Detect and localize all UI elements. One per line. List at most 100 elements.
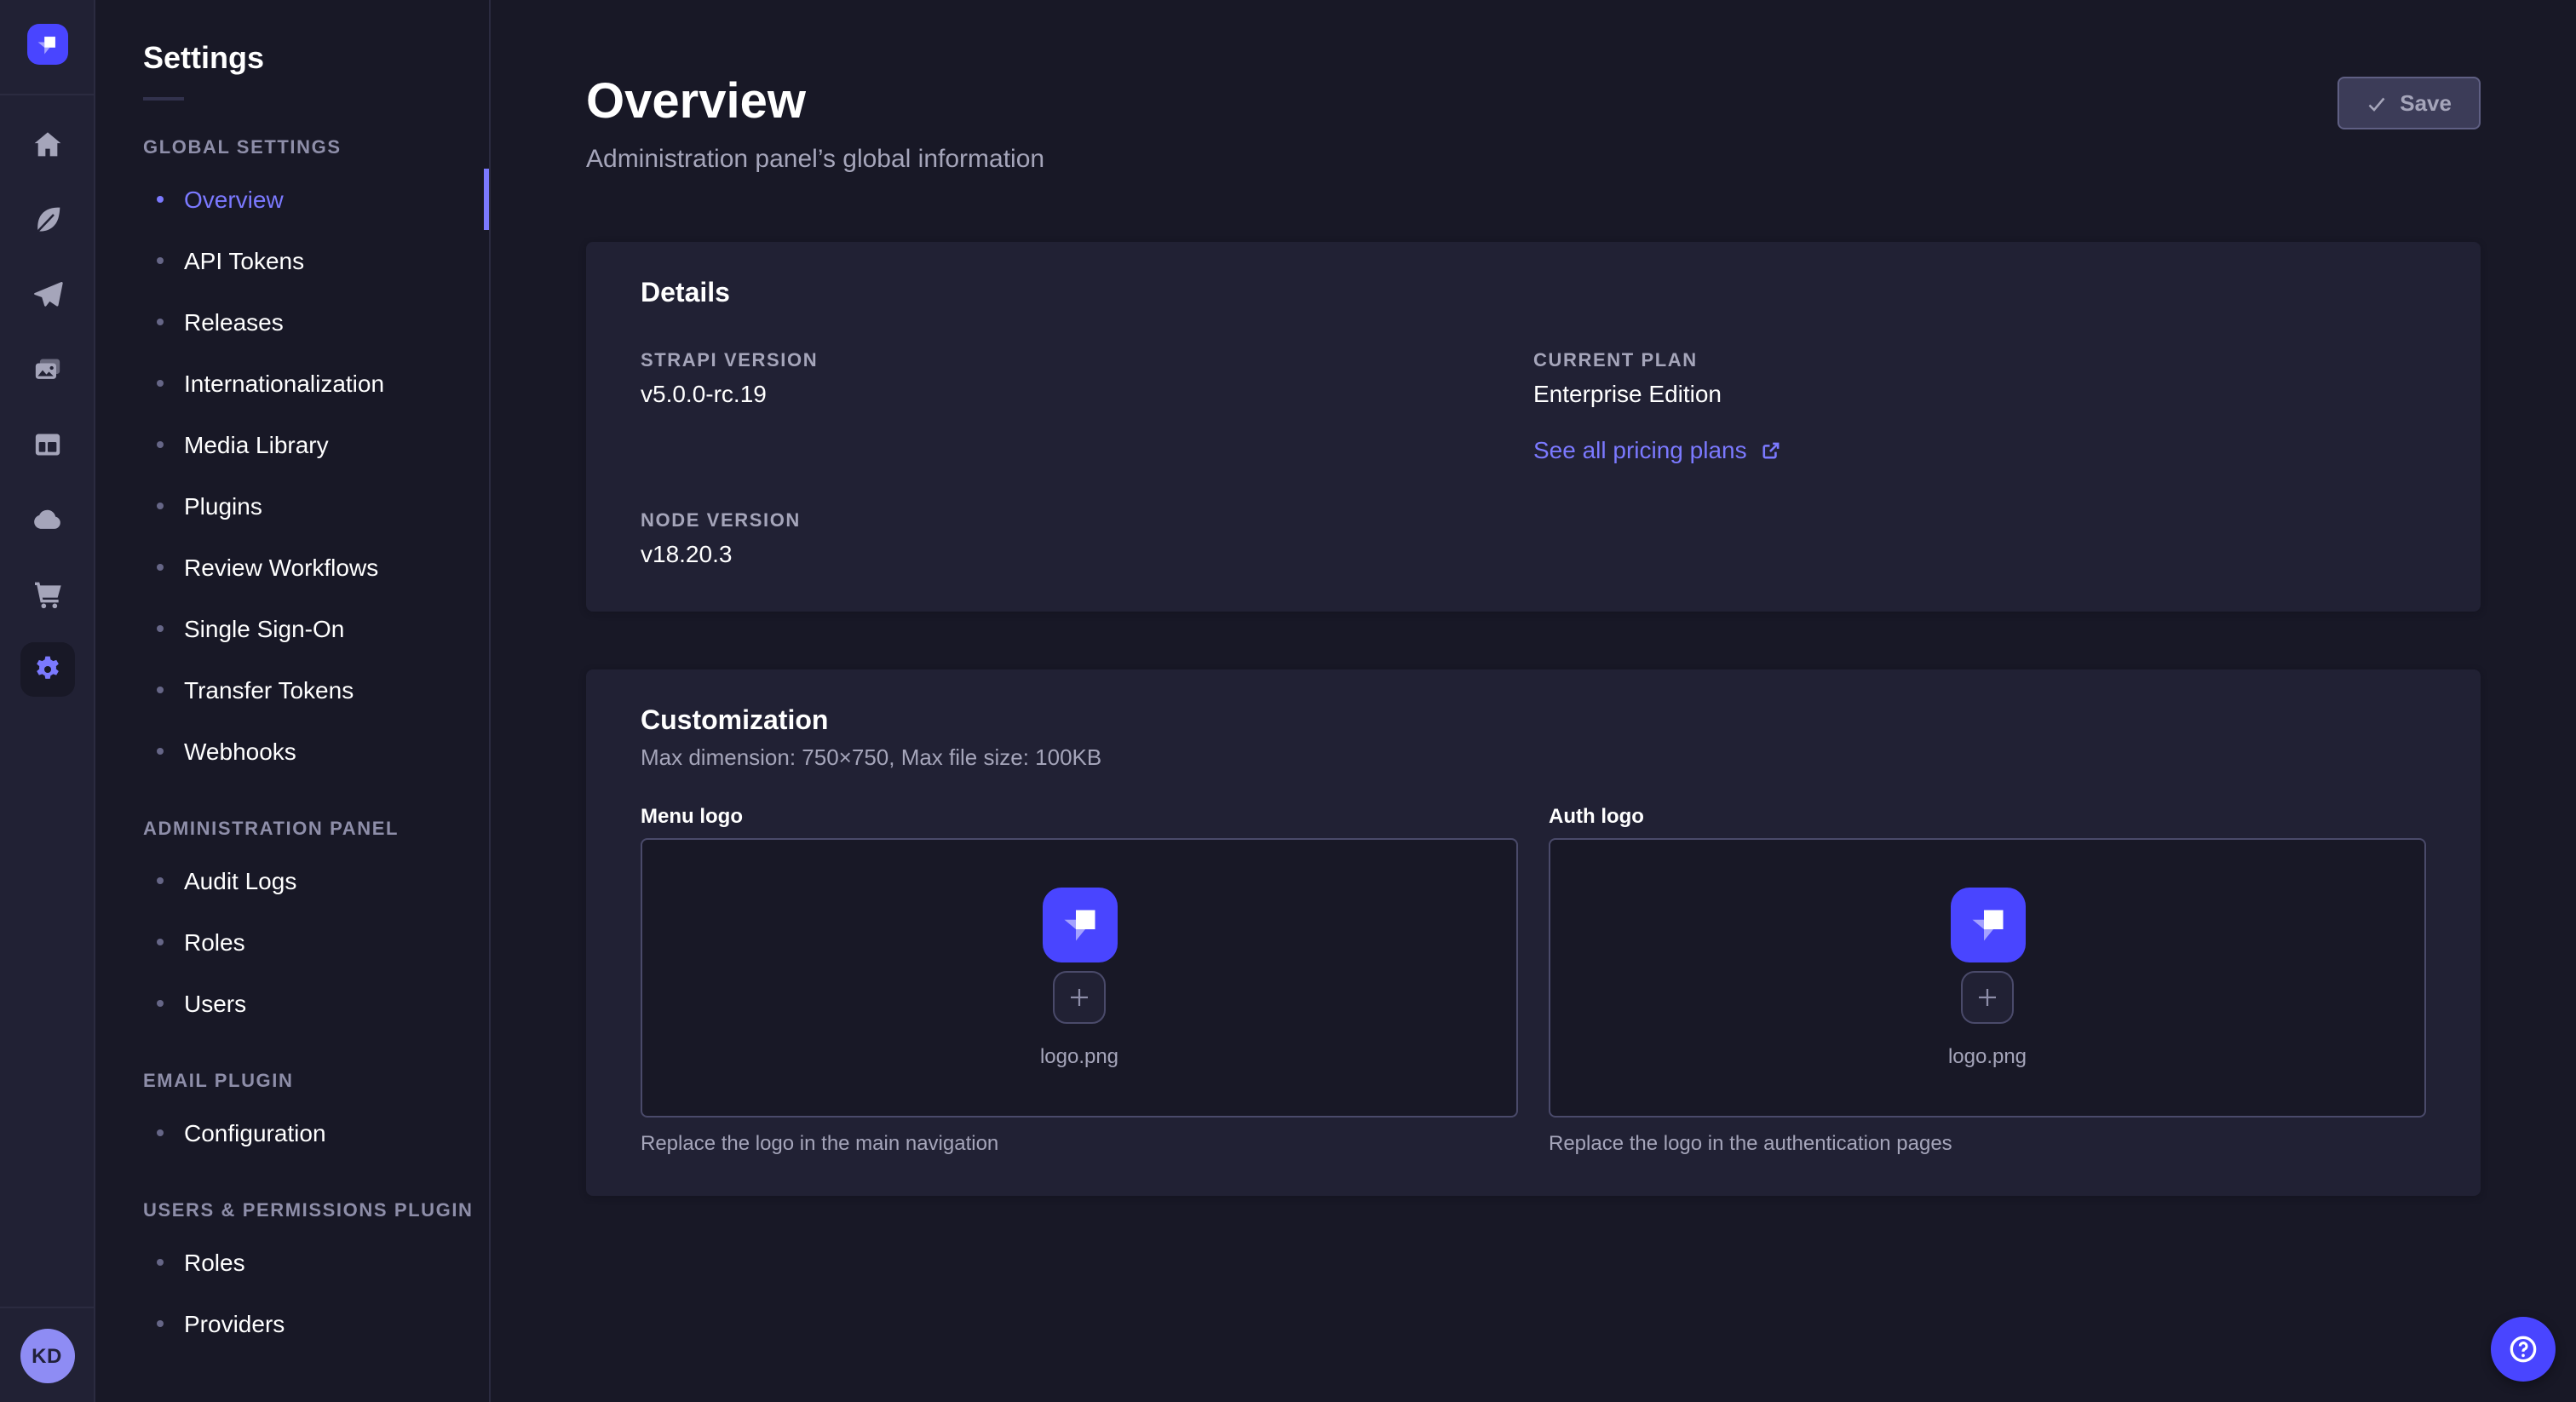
- nav-section: GLOBAL SETTINGS Overview API Tokens Rele…: [143, 138, 489, 782]
- node-version-label: NODE VERSION: [641, 511, 1533, 531]
- nav-item-audit-logs[interactable]: Audit Logs: [95, 850, 489, 911]
- current-plan-field: CURRENT PLAN Enterprise Edition See all …: [1533, 351, 2426, 467]
- nav-item-review-workflows[interactable]: Review Workflows: [95, 537, 489, 598]
- menu-logo-preview: [1042, 888, 1117, 962]
- check-icon: [2366, 93, 2386, 113]
- bullet-icon: [157, 748, 164, 755]
- bullet-icon: [157, 687, 164, 693]
- details-card: Details STRAPI VERSION v5.0.0-rc.19 CURR…: [586, 242, 2481, 612]
- cloud-icon[interactable]: [20, 492, 74, 547]
- home-icon[interactable]: [20, 118, 74, 172]
- bullet-icon: [157, 196, 164, 203]
- nav-section-title: USERS & PERMISSIONS PLUGIN: [143, 1201, 489, 1221]
- plus-icon: [1975, 985, 2000, 1010]
- settings-subnav: Settings GLOBAL SETTINGS Overview API To…: [95, 0, 491, 1402]
- help-button[interactable]: [2491, 1317, 2556, 1382]
- strapi-version-label: STRAPI VERSION: [641, 351, 1533, 371]
- bullet-icon: [157, 1000, 164, 1007]
- node-version-field: NODE VERSION v18.20.3: [641, 511, 1533, 567]
- strapi-logo-icon: [1054, 899, 1105, 951]
- bullet-icon: [157, 939, 164, 945]
- page-subtitle: Administration panel’s global informatio…: [586, 143, 2481, 177]
- strapi-logo-icon: [1962, 899, 2013, 951]
- customization-subtitle: Max dimension: 750×750, Max file size: 1…: [641, 744, 2426, 770]
- external-link-icon: [1761, 439, 1783, 461]
- save-button[interactable]: Save: [2337, 77, 2481, 129]
- bullet-icon: [157, 257, 164, 264]
- nav-section-title: EMAIL PLUGIN: [143, 1072, 489, 1092]
- bullet-icon: [157, 877, 164, 884]
- strapi-logo-icon: [32, 30, 61, 59]
- bullet-icon: [157, 503, 164, 509]
- nav-item-webhooks[interactable]: Webhooks: [95, 721, 489, 782]
- nav-item-users[interactable]: Users: [95, 973, 489, 1034]
- auth-logo-filename: logo.png: [1948, 1044, 2027, 1068]
- nav-item-configuration[interactable]: Configuration: [95, 1102, 489, 1164]
- nav-item-media-library[interactable]: Media Library: [95, 414, 489, 475]
- menu-logo-dropzone[interactable]: logo.png: [641, 838, 1518, 1118]
- add-logo-button[interactable]: [1961, 971, 2014, 1024]
- plus-icon: [1067, 985, 1092, 1010]
- cart-icon[interactable]: [20, 567, 74, 622]
- page-title: Overview: [586, 75, 2481, 129]
- bullet-icon: [157, 380, 164, 387]
- main-content: Overview Administration panel’s global i…: [491, 0, 2576, 1402]
- strapi-version-field: STRAPI VERSION v5.0.0-rc.19: [641, 351, 1533, 467]
- nav-item-releases[interactable]: Releases: [95, 291, 489, 353]
- nav-section-title: GLOBAL SETTINGS: [143, 138, 489, 158]
- strapi-version-value: v5.0.0-rc.19: [641, 380, 1533, 407]
- auth-logo-dropzone[interactable]: logo.png: [1549, 838, 2426, 1118]
- question-mark-icon: [2506, 1332, 2540, 1366]
- add-logo-button[interactable]: [1053, 971, 1106, 1024]
- subnav-title: Settings: [143, 41, 489, 77]
- bullet-icon: [157, 319, 164, 325]
- nav-item-transfer-tokens[interactable]: Transfer Tokens: [95, 659, 489, 721]
- auth-logo-label: Auth logo: [1549, 804, 2426, 828]
- images-icon[interactable]: [20, 342, 74, 397]
- node-version-value: v18.20.3: [641, 540, 1533, 567]
- gear-icon[interactable]: [20, 642, 74, 697]
- auth-logo-group: Auth logo logo.png Replace the logo in t…: [1549, 804, 2426, 1155]
- pricing-plans-link[interactable]: See all pricing plans: [1533, 436, 1783, 463]
- customization-heading: Customization: [641, 707, 2426, 738]
- bullet-icon: [157, 625, 164, 632]
- customization-card: Customization Max dimension: 750×750, Ma…: [586, 669, 2481, 1196]
- bullet-icon: [157, 564, 164, 571]
- bullet-icon: [157, 1129, 164, 1136]
- bullet-icon: [157, 441, 164, 448]
- bullet-icon: [157, 1320, 164, 1327]
- page-header: Overview Administration panel’s global i…: [586, 75, 2481, 177]
- nav-item-roles[interactable]: Roles: [95, 911, 489, 973]
- nav-item-plugins[interactable]: Plugins: [95, 475, 489, 537]
- nav-item-roles[interactable]: Roles: [95, 1232, 489, 1293]
- auth-logo-preview: [1950, 888, 2025, 962]
- nav-item-providers[interactable]: Providers: [95, 1293, 489, 1354]
- rail-divider: [0, 94, 94, 95]
- user-avatar[interactable]: KD: [20, 1328, 74, 1382]
- current-plan-value: Enterprise Edition: [1533, 380, 2426, 407]
- app-window: KD Settings GLOBAL SETTINGS Overview API…: [0, 0, 2576, 1402]
- auth-logo-hint: Replace the logo in the authentication p…: [1549, 1131, 2426, 1155]
- main-nav-rail: KD: [0, 0, 95, 1402]
- menu-logo-hint: Replace the logo in the main navigation: [641, 1131, 1518, 1155]
- details-heading: Details: [641, 279, 2426, 310]
- nav-section: ADMINISTRATION PANEL Audit Logs Roles Us…: [143, 819, 489, 1034]
- menu-logo-label: Menu logo: [641, 804, 1518, 828]
- menu-logo-filename: logo.png: [1040, 1044, 1118, 1068]
- subnav-rule: [143, 97, 184, 101]
- nav-section: USERS & PERMISSIONS PLUGIN Roles Provide…: [143, 1201, 489, 1354]
- bullet-icon: [157, 1259, 164, 1266]
- layout-icon[interactable]: [20, 417, 74, 472]
- feather-icon[interactable]: [20, 192, 74, 247]
- menu-logo-group: Menu logo logo.png Replace the logo in t…: [641, 804, 1518, 1155]
- strapi-logo[interactable]: [26, 24, 67, 65]
- nav-item-single-sign-on[interactable]: Single Sign-On: [95, 598, 489, 659]
- nav-item-overview[interactable]: Overview: [95, 169, 489, 230]
- nav-item-internationalization[interactable]: Internationalization: [95, 353, 489, 414]
- nav-section-title: ADMINISTRATION PANEL: [143, 819, 489, 840]
- current-plan-label: CURRENT PLAN: [1533, 351, 2426, 371]
- paper-plane-icon[interactable]: [20, 267, 74, 322]
- rail-footer: KD: [0, 1307, 94, 1402]
- nav-section: EMAIL PLUGIN Configuration: [143, 1072, 489, 1164]
- nav-item-api-tokens[interactable]: API Tokens: [95, 230, 489, 291]
